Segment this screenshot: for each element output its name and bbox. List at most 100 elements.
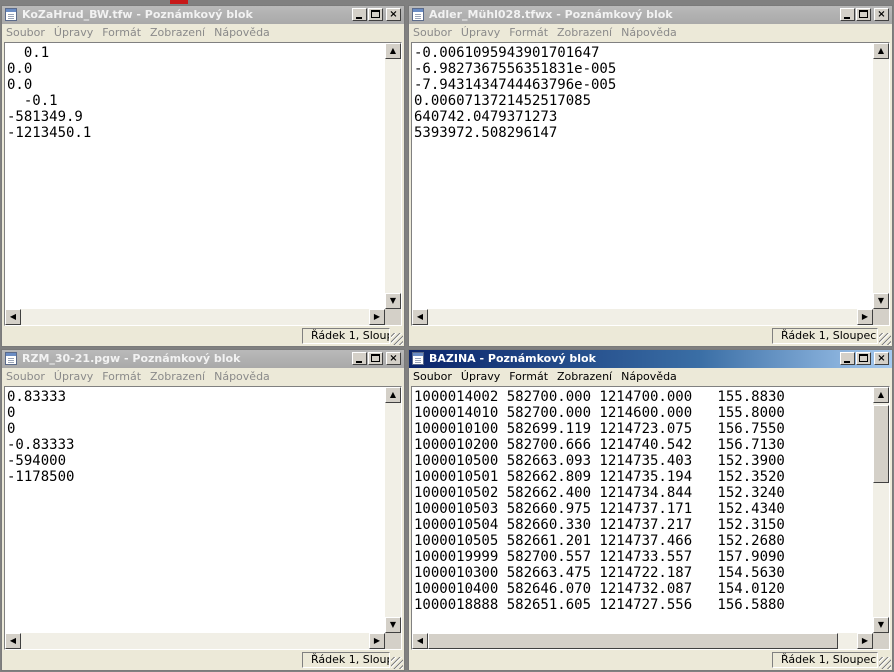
status-bar: Řádek 1, Sloup xyxy=(2,326,404,346)
menu-format[interactable]: Formát xyxy=(505,368,553,386)
maximize-button[interactable] xyxy=(368,352,383,365)
menu-soubor[interactable]: Soubor xyxy=(409,24,457,42)
scrollbar-corner xyxy=(385,633,401,649)
vertical-scrollbar[interactable]: ▲ ▼ xyxy=(873,43,889,309)
close-button[interactable]: × xyxy=(386,8,401,21)
menu-napoveda[interactable]: Nápověda xyxy=(210,24,275,42)
scroll-up-button[interactable]: ▲ xyxy=(385,387,401,403)
scroll-down-button[interactable]: ▼ xyxy=(385,293,401,309)
window-title: RZM_30-21.pgw - Poznámkový blok xyxy=(22,352,241,365)
resize-grip[interactable] xyxy=(879,333,891,345)
scroll-left-button[interactable]: ◀ xyxy=(5,633,21,649)
text-editor[interactable]: 0.83333 0 0 -0.83333 -594000 -1178500 ▲ … xyxy=(4,386,402,650)
text-editor[interactable]: 1000014002 582700.000 1214700.000 155.88… xyxy=(411,386,890,650)
close-button[interactable]: × xyxy=(386,352,401,365)
notepad-window-kozahrud[interactable]: KoZaHrud_BW.tfw - Poznámkový blok × Soub… xyxy=(1,5,405,347)
horizontal-scrollbar[interactable]: ◀ ▶ xyxy=(5,633,385,649)
scroll-down-button[interactable]: ▼ xyxy=(873,617,889,633)
scrollbar-corner xyxy=(873,633,889,649)
status-bar: Řádek 1, Sloup xyxy=(2,650,404,670)
scroll-up-button[interactable]: ▲ xyxy=(385,43,401,59)
minimize-button[interactable] xyxy=(840,352,855,365)
scroll-right-button[interactable]: ▶ xyxy=(857,633,873,649)
menu-format[interactable]: Formát xyxy=(505,24,553,42)
resize-grip[interactable] xyxy=(879,657,891,669)
resize-grip[interactable] xyxy=(391,333,403,345)
scrollbar-corner xyxy=(385,309,401,325)
scroll-left-button[interactable]: ◀ xyxy=(5,309,21,325)
horizontal-scrollbar[interactable]: ◀ ▶ xyxy=(412,633,873,649)
horizontal-scrollbar[interactable]: ◀ ▶ xyxy=(412,309,873,325)
menu-upravy[interactable]: Úpravy xyxy=(457,368,505,386)
title-bar[interactable]: Adler_Mühl028.tfwx - Poznámkový blok × xyxy=(409,6,892,24)
title-bar[interactable]: BAZINA - Poznámkový blok × xyxy=(409,350,892,368)
scroll-right-button[interactable]: ▶ xyxy=(369,633,385,649)
menu-soubor[interactable]: Soubor xyxy=(2,24,50,42)
vertical-scrollbar[interactable]: ▲ ▼ xyxy=(873,387,889,633)
cursor-position: Řádek 1, Sloup xyxy=(302,652,390,668)
notepad-icon xyxy=(5,8,17,21)
notepad-window-adler[interactable]: Adler_Mühl028.tfwx - Poznámkový blok × S… xyxy=(408,5,893,347)
menu-soubor[interactable]: Soubor xyxy=(409,368,457,386)
status-bar: Řádek 1, Sloupec 1 xyxy=(409,650,892,670)
minimize-button[interactable] xyxy=(352,352,367,365)
minimize-button[interactable] xyxy=(352,8,367,21)
vertical-scrollbar[interactable]: ▲ ▼ xyxy=(385,387,401,633)
cursor-position: Řádek 1, Sloupec 1 xyxy=(772,652,878,668)
menu-napoveda[interactable]: Nápověda xyxy=(210,368,275,386)
scroll-up-button[interactable]: ▲ xyxy=(873,43,889,59)
menu-zobrazeni[interactable]: Zobrazení xyxy=(553,368,617,386)
horizontal-scrollbar[interactable]: ◀ ▶ xyxy=(5,309,385,325)
window-title: KoZaHrud_BW.tfw - Poznámkový blok xyxy=(22,8,253,21)
cursor-position: Řádek 1, Sloupec 1 xyxy=(772,328,878,344)
menu-napoveda[interactable]: Nápověda xyxy=(617,368,682,386)
close-button[interactable]: × xyxy=(874,352,889,365)
file-content: 0.83333 0 0 -0.83333 -594000 -1178500 xyxy=(7,389,75,485)
menu-zobrazeni[interactable]: Zobrazení xyxy=(146,24,210,42)
menu-zobrazeni[interactable]: Zobrazení xyxy=(146,368,210,386)
title-bar[interactable]: RZM_30-21.pgw - Poznámkový blok × xyxy=(2,350,404,368)
menu-format[interactable]: Formát xyxy=(98,24,146,42)
menu-bar: Soubor Úpravy Formát Zobrazení Nápověda xyxy=(409,24,892,42)
scroll-thumb-horizontal[interactable] xyxy=(428,633,838,649)
title-bar[interactable]: KoZaHrud_BW.tfw - Poznámkový blok × xyxy=(2,6,404,24)
scroll-down-button[interactable]: ▼ xyxy=(873,293,889,309)
file-content: 0.1 0.0 0.0 -0.1 -581349.9 -1213450.1 xyxy=(7,45,92,141)
scroll-right-button[interactable]: ▶ xyxy=(369,309,385,325)
menu-upravy[interactable]: Úpravy xyxy=(50,368,98,386)
menu-zobrazeni[interactable]: Zobrazení xyxy=(553,24,617,42)
menu-upravy[interactable]: Úpravy xyxy=(50,24,98,42)
close-button[interactable]: × xyxy=(874,8,889,21)
notepad-icon xyxy=(5,352,17,365)
file-content: 1000014002 582700.000 1214700.000 155.88… xyxy=(414,389,785,613)
scroll-right-button[interactable]: ▶ xyxy=(857,309,873,325)
text-editor[interactable]: 0.1 0.0 0.0 -0.1 -581349.9 -1213450.1 ▲ … xyxy=(4,42,402,326)
menu-napoveda[interactable]: Nápověda xyxy=(617,24,682,42)
file-content: -0.0061095943901701647 -6.98273675563518… xyxy=(414,45,617,141)
maximize-button[interactable] xyxy=(368,8,383,21)
menu-soubor[interactable]: Soubor xyxy=(2,368,50,386)
cursor-position: Řádek 1, Sloup xyxy=(302,328,390,344)
minimize-button[interactable] xyxy=(840,8,855,21)
notepad-icon xyxy=(412,352,424,365)
menu-bar: Soubor Úpravy Formát Zobrazení Nápověda xyxy=(2,24,404,42)
scroll-down-button[interactable]: ▼ xyxy=(385,617,401,633)
vertical-scrollbar[interactable]: ▲ ▼ xyxy=(385,43,401,309)
scroll-left-button[interactable]: ◀ xyxy=(412,633,428,649)
menu-bar: Soubor Úpravy Formát Zobrazení Nápověda xyxy=(2,368,404,386)
menu-format[interactable]: Formát xyxy=(98,368,146,386)
text-editor[interactable]: -0.0061095943901701647 -6.98273675563518… xyxy=(411,42,890,326)
scrollbar-corner xyxy=(873,309,889,325)
scroll-left-button[interactable]: ◀ xyxy=(412,309,428,325)
scroll-thumb[interactable] xyxy=(873,405,889,483)
menu-bar: Soubor Úpravy Formát Zobrazení Nápověda xyxy=(409,368,892,386)
status-bar: Řádek 1, Sloupec 1 xyxy=(409,326,892,346)
window-title: Adler_Mühl028.tfwx - Poznámkový blok xyxy=(429,8,673,21)
resize-grip[interactable] xyxy=(391,657,403,669)
maximize-button[interactable] xyxy=(856,8,871,21)
notepad-window-rzm[interactable]: RZM_30-21.pgw - Poznámkový blok × Soubor… xyxy=(1,349,405,671)
maximize-button[interactable] xyxy=(856,352,871,365)
menu-upravy[interactable]: Úpravy xyxy=(457,24,505,42)
scroll-up-button[interactable]: ▲ xyxy=(873,387,889,403)
notepad-window-bazina[interactable]: BAZINA - Poznámkový blok × Soubor Úpravy F… xyxy=(408,349,893,671)
